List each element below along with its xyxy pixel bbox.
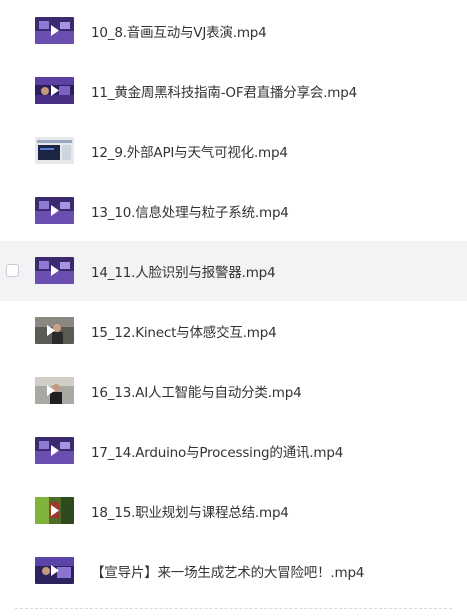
list-item[interactable]: 17_14.Arduino与Processing的通讯.mp4	[0, 421, 467, 481]
play-video-thumbnail-icon	[35, 16, 74, 44]
file-name: 15_12.Kinect与体感交互.mp4	[91, 325, 277, 341]
list-item[interactable]: 14_11.人脸识别与报警器.mp4	[0, 241, 467, 301]
list-item[interactable]: 12_9.外部API与天气可视化.mp4	[0, 121, 467, 181]
list-item[interactable]: 11_黄金周黑科技指南-OF君直播分享会.mp4	[0, 61, 467, 121]
play-video-thumbnail-icon	[35, 437, 74, 464]
play-video-thumbnail-icon	[35, 317, 74, 344]
file-name: 10_8.音画互动与VJ表演.mp4	[91, 24, 267, 41]
select-checkbox[interactable]	[6, 264, 19, 277]
file-list: 10_8.音画互动与VJ表演.mp4 11_黄金周黑科技指南-OF君直播分享会.…	[0, 0, 467, 601]
file-name: 【宣导片】来一场生成艺术的大冒险吧！.mp4	[91, 565, 365, 581]
list-item[interactable]: 【宣导片】来一场生成艺术的大冒险吧！.mp4	[0, 541, 467, 601]
play-video-thumbnail-icon	[35, 257, 74, 284]
play-video-thumbnail-icon	[35, 377, 74, 404]
play-video-thumbnail-icon	[35, 197, 74, 224]
play-video-thumbnail-icon	[35, 77, 74, 104]
file-name: 12_9.外部API与天气可视化.mp4	[91, 145, 288, 161]
list-item[interactable]: 10_8.音画互动与VJ表演.mp4	[0, 0, 467, 61]
play-video-thumbnail-icon	[35, 557, 74, 584]
video-thumbnail-icon	[35, 137, 74, 164]
list-item[interactable]: 13_10.信息处理与粒子系统.mp4	[0, 181, 467, 241]
file-name: 18_15.职业规划与课程总结.mp4	[91, 505, 289, 521]
play-video-thumbnail-icon	[35, 497, 74, 524]
file-name: 11_黄金周黑科技指南-OF君直播分享会.mp4	[91, 85, 357, 101]
file-name: 17_14.Arduino与Processing的通讯.mp4	[91, 445, 344, 461]
file-name: 16_13.AI人工智能与自动分类.mp4	[91, 385, 302, 401]
list-item[interactable]: 15_12.Kinect与体感交互.mp4	[0, 301, 467, 361]
file-name: 13_10.信息处理与粒子系统.mp4	[91, 205, 289, 221]
list-item[interactable]: 16_13.AI人工智能与自动分类.mp4	[0, 361, 467, 421]
list-item[interactable]: 18_15.职业规划与课程总结.mp4	[0, 481, 467, 541]
list-divider	[15, 608, 452, 609]
file-name: 14_11.人脸识别与报警器.mp4	[91, 265, 276, 281]
